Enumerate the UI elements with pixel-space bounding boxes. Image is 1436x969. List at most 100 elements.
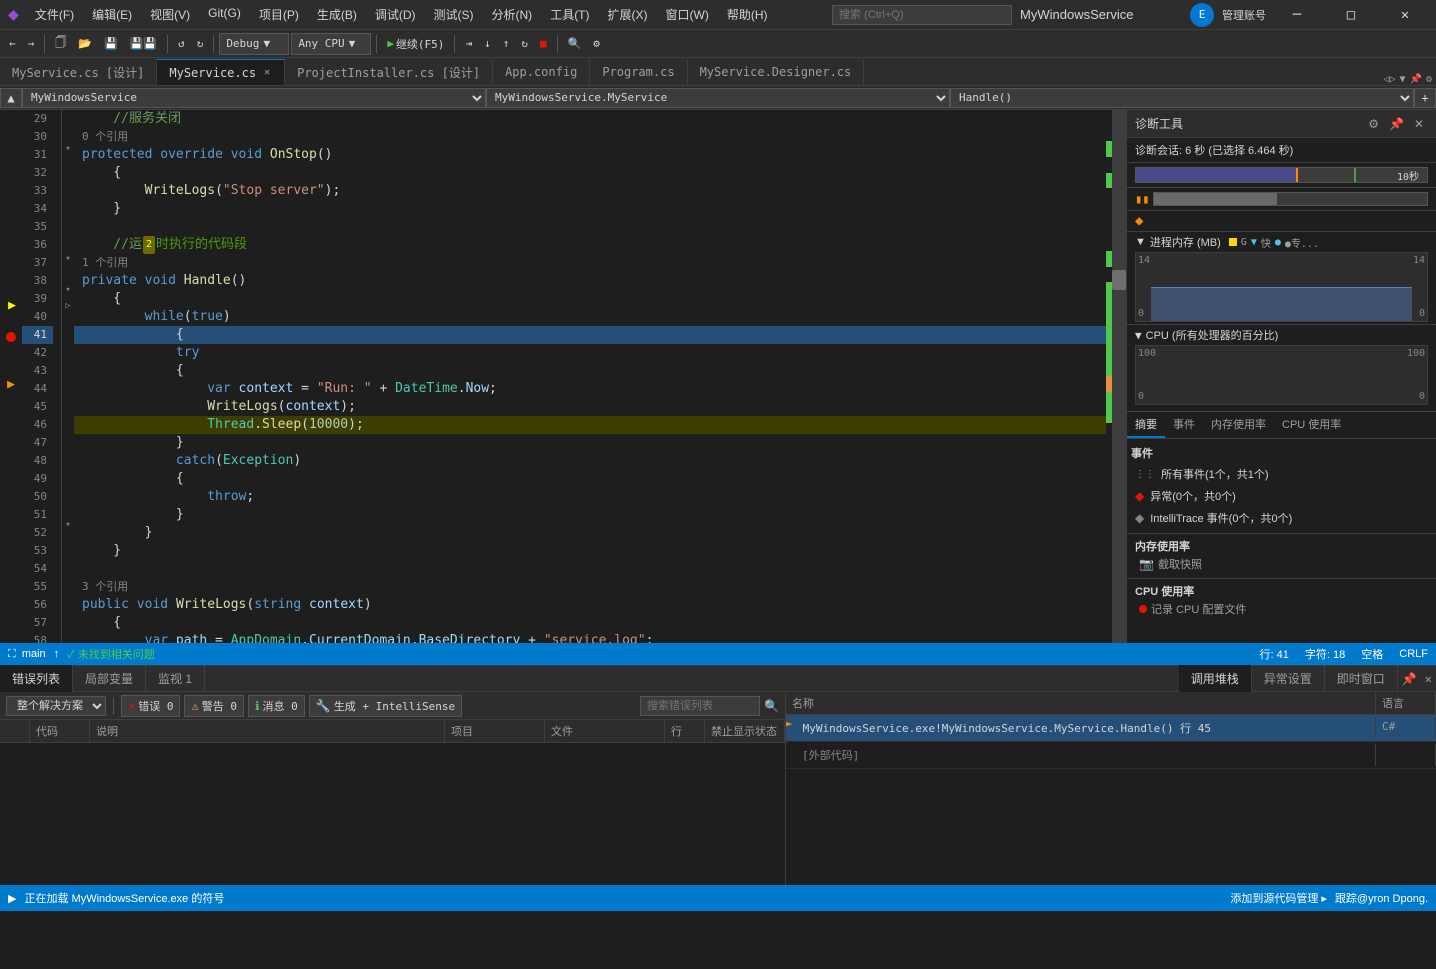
error-count-btn[interactable]: ✕ 错误 0 (121, 695, 180, 717)
tab-myservice-cs-close[interactable]: ✕ (262, 66, 272, 79)
menu-project[interactable]: 项目(P) (251, 4, 307, 25)
restart-btn[interactable]: ↻ (516, 33, 533, 55)
diag-settings-btn[interactable]: ⚙ (1426, 74, 1432, 85)
call-stack-row-1[interactable]: [外部代码] (786, 742, 1436, 769)
code-text-area[interactable]: //服务关闭 0 个引用 protected override void OnS… (74, 110, 1106, 643)
tab-scroll-right[interactable]: ▷ (1389, 74, 1395, 85)
tab-myservice-designer[interactable]: MyService.Designer.cs (688, 59, 865, 85)
bottom-tab-callstack[interactable]: 调用堆栈 (1179, 665, 1252, 693)
event-all[interactable]: ⋮⋮ 所有事件(1个，共1个) (1131, 463, 1432, 485)
char-info[interactable]: 字符: 18 (1305, 646, 1345, 662)
diag-tab-events[interactable]: 事件 (1165, 412, 1203, 438)
nav-back-btn[interactable]: ▲ (0, 88, 22, 108)
cs-col-name[interactable]: 名称 (786, 692, 1376, 714)
method-dropdown[interactable]: Handle() (950, 88, 1414, 108)
collapse-40[interactable]: ▾ (65, 285, 70, 295)
event-exceptions[interactable]: ◆ 异常(0个，共0个) (1131, 485, 1432, 507)
bottom-tab-immediate[interactable]: 即时窗口 (1325, 665, 1398, 693)
tab-program[interactable]: Program.cs (590, 59, 687, 85)
misc-btn1[interactable]: 🔍 (563, 33, 587, 55)
step-into-btn[interactable]: ↓ (479, 33, 496, 55)
bottom-tab-locals[interactable]: 局部变量 (73, 665, 146, 693)
line-info[interactable]: 行: 41 (1260, 646, 1289, 662)
close-button[interactable]: ✕ (1382, 0, 1428, 30)
snapshot-btn[interactable]: 📷 截取快照 (1135, 554, 1428, 574)
stop-btn[interactable]: ■ (535, 33, 552, 55)
diag-close-icon[interactable]: ✕ (1410, 115, 1428, 133)
collapse-41[interactable]: ▷ (65, 301, 70, 311)
error-col-suppress[interactable]: 禁止显示状态 (705, 720, 785, 742)
record-cpu-btn[interactable]: 记录 CPU 配置文件 (1135, 599, 1428, 619)
menu-git[interactable]: Git(G) (200, 4, 249, 25)
namespace-dropdown[interactable]: MyWindowsService (22, 88, 486, 108)
step-over-btn[interactable]: ⇥ (460, 33, 477, 55)
event-intellitrace[interactable]: ◆ IntelliTrace 事件(0个，共0个) (1131, 507, 1432, 529)
bottom-pin-btn[interactable]: 📌 (1398, 672, 1421, 686)
error-col-file[interactable]: 文件 (545, 720, 665, 742)
breakpoint-dot-43[interactable] (6, 332, 16, 342)
tab-appconfig[interactable]: App.config (493, 59, 590, 85)
menu-window[interactable]: 窗口(W) (658, 4, 717, 25)
error-col-proj[interactable]: 项目 (445, 720, 545, 742)
spaces-info[interactable]: 空格 (1361, 646, 1383, 662)
scope-dropdown[interactable]: 整个解决方案 (6, 696, 106, 716)
tab-options-btn[interactable]: ▼ (1399, 74, 1405, 85)
bottom-tab-errorlist[interactable]: 错误列表 (0, 665, 73, 693)
menu-build[interactable]: 生成(B) (309, 4, 365, 25)
diag-tab-memory[interactable]: 内存使用率 (1203, 412, 1274, 438)
scrollbar-thumb[interactable] (1112, 270, 1126, 290)
collapse-38[interactable]: ▾ (65, 254, 70, 264)
menu-help[interactable]: 帮助(H) (719, 4, 776, 25)
diag-pin-icon[interactable]: 📌 (1385, 115, 1408, 133)
error-col-code[interactable]: 代码 (30, 720, 90, 742)
menu-test[interactable]: 测试(S) (426, 4, 482, 25)
vertical-scrollbar[interactable] (1112, 110, 1126, 643)
bottom-tab-watch[interactable]: 监视 1 (146, 665, 205, 693)
misc-btn2[interactable]: ⚙ (588, 33, 605, 55)
minimize-button[interactable]: ─ (1274, 0, 1320, 30)
call-stack-row-0[interactable]: ► MyWindowsService.exe!MyWindowsService.… (786, 715, 1436, 742)
save-btn[interactable]: 💾 (99, 33, 123, 55)
tab-myservice-design[interactable]: MyService.cs [设计] (0, 59, 157, 85)
git-branch-btn[interactable]: ⛶ main (8, 648, 46, 661)
menu-debug[interactable]: 调试(D) (367, 4, 424, 25)
menu-view[interactable]: 视图(V) (142, 4, 198, 25)
error-col-line[interactable]: 行 (665, 720, 705, 742)
diag-tab-summary[interactable]: 摘要 (1127, 412, 1165, 438)
menu-edit[interactable]: 编辑(E) (84, 4, 140, 25)
cpu-mode-dropdown[interactable]: Any CPU ▼ (291, 33, 371, 55)
menu-extensions[interactable]: 扩展(X) (600, 4, 656, 25)
timeline-bar[interactable]: 10秒 (1135, 167, 1428, 183)
forward-btn[interactable]: → (23, 33, 40, 55)
error-col-desc[interactable]: 说明 (90, 720, 445, 742)
bottom-tab-exception[interactable]: 异常设置 (1252, 665, 1325, 693)
info-count-btn[interactable]: ℹ 消息 0 (248, 695, 305, 717)
diag-pin-btn[interactable]: 📌 (1410, 74, 1422, 85)
warning-count-btn[interactable]: ⚠ 警告 0 (184, 695, 243, 717)
error-search-input[interactable] (640, 696, 760, 716)
debug-mode-dropdown[interactable]: Debug ▼ (219, 33, 289, 55)
footer-add-source-btn[interactable]: 添加到源代码管理 ▸ (1230, 890, 1327, 906)
encoding-info[interactable]: CRLF (1399, 648, 1428, 660)
menu-analyze[interactable]: 分析(N) (484, 4, 541, 25)
error-search-icon[interactable]: 🔍 (764, 699, 779, 713)
redo-btn[interactable]: ↻ (192, 33, 209, 55)
tab-projectinstaller[interactable]: ProjectInstaller.cs [设计] (285, 59, 493, 85)
menu-tools[interactable]: 工具(T) (542, 4, 597, 25)
tab-myservice-cs[interactable]: MyService.cs ✕ (157, 59, 285, 85)
diag-settings-icon[interactable]: ⚙ (1364, 115, 1383, 133)
save-all-btn[interactable]: 💾💾 (125, 33, 162, 55)
undo-btn[interactable]: ↺ (173, 33, 190, 55)
continue-button[interactable]: ▶ 继续(F5) (382, 33, 449, 55)
user-avatar[interactable]: E (1190, 3, 1214, 27)
open-btn[interactable]: 📂 (73, 33, 97, 55)
collapse-31[interactable]: ▾ (65, 144, 70, 154)
new-file-btn[interactable]: 🗍 (50, 33, 71, 55)
manage-account-btn[interactable]: 管理账号 (1222, 7, 1266, 23)
class-dropdown[interactable]: MyWindowsService.MyService (486, 88, 950, 108)
back-btn[interactable]: ← (4, 33, 21, 55)
global-search-input[interactable] (832, 5, 1012, 25)
diag-tab-cpu[interactable]: CPU 使用率 (1274, 412, 1349, 438)
add-code-btn[interactable]: + (1414, 88, 1436, 108)
bottom-close-btn[interactable]: ✕ (1421, 672, 1436, 686)
